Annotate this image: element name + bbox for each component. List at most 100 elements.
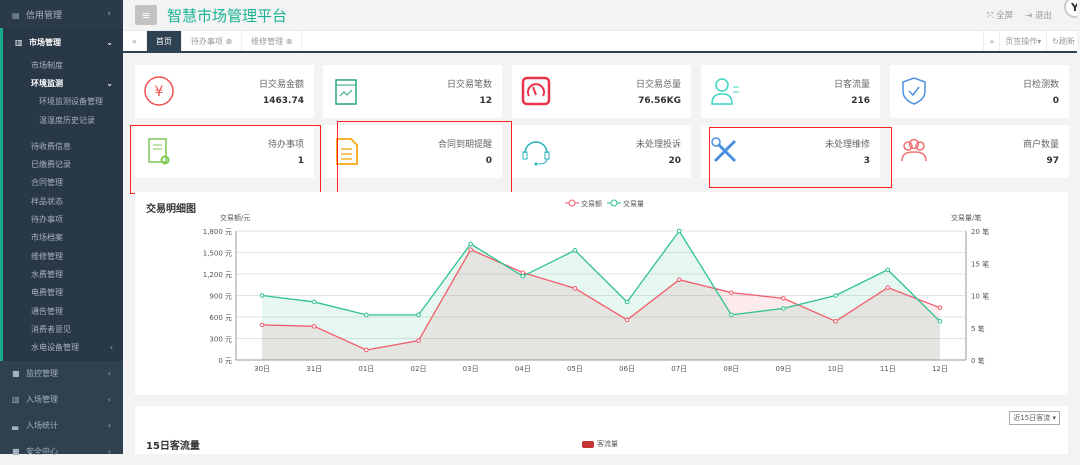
sidebar-item[interactable]: 通告管理 [3, 302, 123, 320]
stat-card[interactable]: 日交易笔数 12 [323, 65, 502, 118]
sidebar-item[interactable]: 环境监测 ⌄ [3, 74, 123, 92]
tab-repair[interactable]: 维修管理 ⊗ [242, 31, 303, 51]
gauge-icon [521, 76, 551, 106]
legend-marker [568, 199, 576, 207]
x-tick-label: 31日 [306, 365, 322, 373]
stat-card[interactable]: 日交易总量 76.56KG [512, 65, 691, 118]
page-ops-dropdown[interactable]: 页签操作 ▾ [999, 31, 1046, 51]
sidebar-item[interactable]: 市场档案 [3, 229, 123, 247]
sidebar-item[interactable]: 环境监测设备管理 [3, 93, 123, 111]
x-tick-label: 05日 [567, 365, 583, 373]
x-tick-label: 02日 [411, 365, 427, 373]
y2-tick-label: 10 笔 [971, 292, 989, 301]
chevron-down-icon: ⌄ [106, 37, 113, 47]
refresh-button[interactable]: ↻ 刷新 [1046, 31, 1080, 51]
data-point [572, 248, 578, 253]
sidebar-item-credit[interactable]: ▤ 信用管理 ‹ [0, 0, 123, 28]
yuan-icon: ¥ [144, 76, 174, 106]
shield-check-icon [902, 77, 926, 105]
x-tick-label: 30日 [254, 365, 270, 373]
data-point [572, 286, 578, 291]
stat-card[interactable]: 日客流量 216 [701, 65, 880, 118]
fullscreen-button[interactable]: ⤧ 全屏 [987, 9, 1014, 21]
person-icon [711, 78, 739, 105]
sidebar-item[interactable]: 温湿度历史记录 [3, 111, 123, 129]
sidebar-item[interactable]: ■ 监控管理 ‹ [0, 361, 123, 387]
menu-toggle-button[interactable]: ≡ [135, 5, 157, 25]
stat-label: 未处理投诉 [635, 140, 681, 150]
sidebar-item[interactable]: ▥ 入场管理 ‹ [0, 387, 123, 413]
close-icon[interactable]: ⊗ [286, 37, 293, 46]
sidebar-item[interactable]: 待办事项 [3, 210, 123, 228]
calendar-chart-icon [335, 79, 357, 105]
stat-card[interactable]: 商户数量 97 [890, 125, 1069, 178]
stat-label: 未处理维修 [824, 140, 870, 150]
sidebar-item-market[interactable]: ▥ 市场管理 ⌄ [3, 28, 123, 56]
stat-label: 待办事项 [267, 140, 304, 150]
data-point [833, 319, 838, 324]
range-select[interactable]: 近15日客流 ▾ [1009, 411, 1060, 425]
stat-card[interactable]: 未处理维修 3 [701, 125, 880, 178]
data-point [781, 306, 786, 311]
legend-item[interactable]: 客流量 [582, 439, 618, 449]
sidebar-group-market: ▥ 市场管理 ⌄ 市场制度 环境监测 ⌄ 环境监测设备管理 温湿度历史记录 待收费信息 已缴费记… [0, 28, 123, 361]
tabs-scroll-right-button[interactable]: » [983, 31, 999, 51]
tabs-scroll-left-button[interactable]: « [123, 31, 147, 51]
y2-axis-title: 交易量/笔 [951, 213, 981, 222]
data-point [885, 267, 891, 272]
data-point [311, 299, 317, 305]
stat-card[interactable]: 未处理投诉 20 [512, 125, 691, 178]
y-tick-label: 300 元 [209, 336, 232, 344]
x-tick-label: 03日 [463, 365, 479, 373]
stat-value: 0 [485, 156, 492, 166]
sidebar-item[interactable]: 样品状态 [3, 192, 123, 210]
logout-button[interactable]: ⇥ 退出 [1025, 9, 1052, 21]
sidebar-item[interactable]: 已缴费记录 [3, 155, 123, 173]
sidebar-item[interactable]: 维修管理 [3, 247, 123, 265]
stat-card[interactable]: ¥ 日交易金额 1463.74 [135, 65, 314, 118]
tab-todo[interactable]: 待办事项 ⊗ [182, 31, 243, 51]
y-tick-label: 600 元 [209, 314, 232, 322]
data-point [833, 293, 838, 298]
y-axis-title: 交易额/元 [220, 213, 250, 222]
header: ≡ 智慧市场管理平台 ⤧ 全屏 ⇥ 退出 Y [123, 0, 1080, 31]
sidebar-item[interactable]: 电费管理 [3, 284, 123, 302]
sidebar-item[interactable]: ▃ 入场统计 ‹ [0, 413, 123, 439]
x-tick-label: 11日 [880, 365, 896, 373]
stat-value: 97 [1046, 156, 1059, 166]
stat-value: 20 [668, 156, 681, 166]
sidebar-item[interactable]: 水费管理 [3, 265, 123, 283]
y-tick-label: 900 元 [209, 293, 232, 301]
x-tick-label: 01日 [358, 365, 374, 373]
stat-value: 0 [1052, 96, 1059, 106]
sidebar-item[interactable]: 合同管理 [3, 174, 123, 192]
sidebar-item[interactable]: 市场制度 [3, 56, 123, 74]
data-point [676, 228, 682, 234]
x-tick-label: 04日 [515, 365, 531, 373]
stat-card[interactable]: 日检测数 0 [890, 65, 1069, 118]
close-icon[interactable]: ⊗ [225, 37, 232, 46]
tab-bar: « 首页 待办事项 ⊗ 维修管理 ⊗ » 页签操作 ▾ ↻ 刷新 [123, 31, 1080, 53]
data-point [885, 285, 891, 290]
sidebar-item[interactable]: 消费者意见 [3, 320, 123, 338]
sidebar-item[interactable]: 待收费信息 [3, 137, 123, 155]
stat-label: 日交易笔数 [446, 80, 492, 90]
y2-tick-label: 0 笔 [971, 356, 985, 365]
stat-card[interactable]: 待办事项 1 [135, 125, 314, 178]
sidebar-item[interactable]: 水电设备管理 ‹ [3, 338, 123, 356]
tab-home[interactable]: 首页 [146, 31, 182, 51]
sidebar-item[interactable]: ■ 安全中心 ‹ [0, 439, 123, 465]
sidebar: ▤ 信用管理 ‹ ▥ 市场管理 ⌄ 市场制度 环境监测 ⌄ 环境监测设备管理 温湿度历史记录 待收… [0, 0, 123, 456]
stat-card[interactable]: 合同到期提醒 0 [323, 125, 502, 178]
stat-value: 216 [851, 96, 870, 106]
data-point [259, 293, 265, 298]
legend-label: 交易额 [581, 199, 602, 208]
transaction-chart-panel: 交易明细图 0 元 300 元 600 元 900 元 1,200 元 1,500 元 1,… [135, 192, 1068, 395]
stat-value: 12 [479, 96, 492, 106]
legend-marker [610, 199, 618, 207]
data-point [937, 305, 943, 310]
chevron-left-icon: ‹ [107, 9, 111, 19]
wrench-icon [711, 137, 737, 163]
y2-tick-label: 15 笔 [971, 259, 989, 268]
data-point [729, 290, 734, 295]
